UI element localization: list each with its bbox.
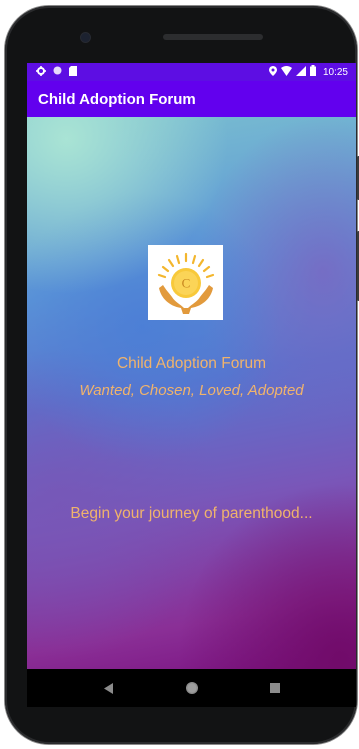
battery-icon: [309, 65, 316, 79]
circle-icon: [53, 66, 62, 78]
app-bar-title: Child Adoption Forum: [38, 90, 196, 108]
app-tagline: Wanted, Chosen, Loved, Adopted: [79, 382, 304, 399]
journey-text[interactable]: Begin your journey of parenthood...: [27, 505, 356, 523]
logo-letter: C: [181, 275, 190, 290]
device-screen: 10:25 Child Adoption Forum C Child Adopt…: [27, 63, 356, 669]
front-camera: [81, 33, 90, 42]
settings-icon: [36, 65, 46, 79]
cellular-signal-icon: [295, 65, 306, 79]
status-right-icons: 10:25: [268, 65, 348, 79]
back-icon[interactable]: [97, 676, 121, 700]
app-logo: C: [148, 245, 223, 320]
recents-icon[interactable]: [263, 676, 287, 700]
status-left-icons: [36, 65, 77, 79]
app-title: Child Adoption Forum: [116, 355, 267, 372]
splash-content: C Child Adoption Forum Wanted, Chosen, L…: [27, 117, 356, 669]
status-bar: 10:25: [27, 63, 356, 81]
home-icon[interactable]: [180, 676, 204, 700]
earpiece-speaker: [163, 34, 263, 40]
app-bar: Child Adoption Forum: [27, 81, 356, 117]
status-time: 10:25: [322, 66, 348, 78]
sun-hands-logo: C: [157, 252, 214, 314]
sd-card-icon: [69, 65, 77, 79]
wifi-icon: [280, 65, 292, 79]
location-icon: [268, 65, 277, 79]
navigation-bar: [27, 669, 356, 707]
